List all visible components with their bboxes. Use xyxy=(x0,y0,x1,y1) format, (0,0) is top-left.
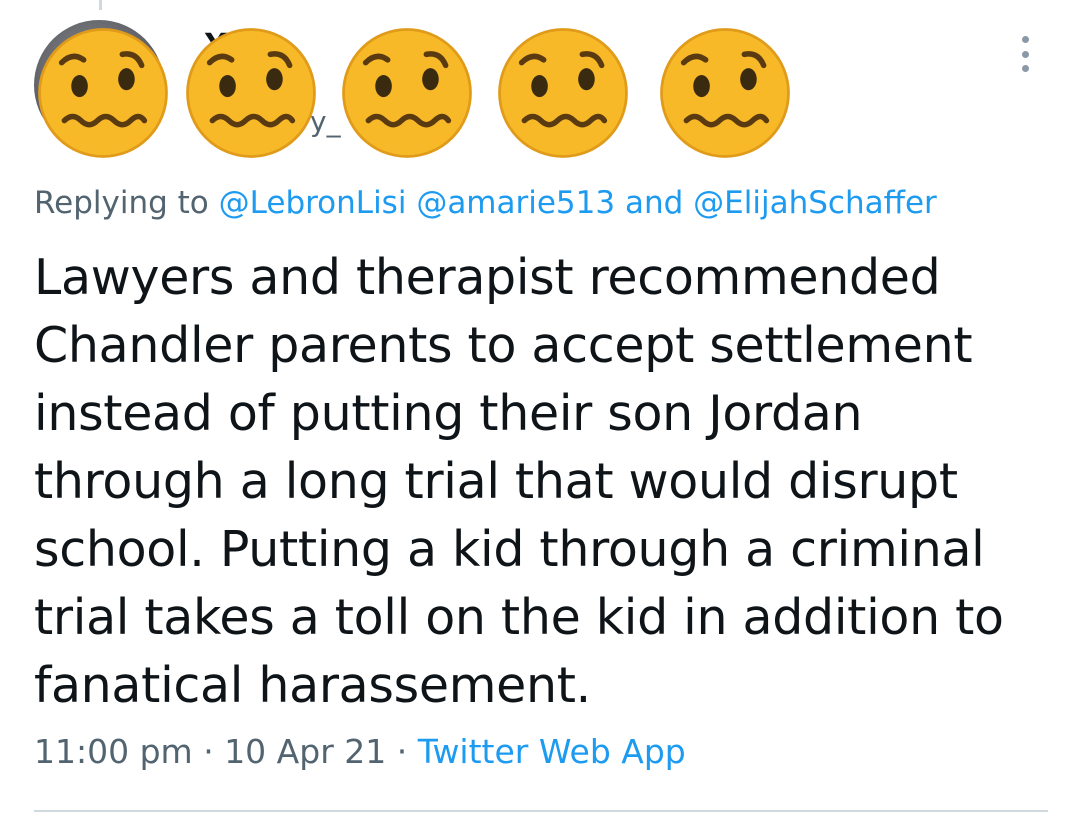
divider xyxy=(34,810,1048,812)
woozy-face-emoji-icon xyxy=(342,28,472,158)
mention-separator: and xyxy=(624,185,684,221)
mention-link[interactable]: @LebronLisi xyxy=(219,185,407,221)
tweet-body: Lawyers and therapist recommended Chandl… xyxy=(34,244,1044,720)
tweet-text-line: Lawyers and therapist recommended xyxy=(34,249,941,306)
tweet-text-line: school. Putting a kid through a criminal xyxy=(34,521,985,578)
mention-link[interactable]: @amarie513 xyxy=(416,185,615,221)
tweet-text-line: instead of putting their son Jordan xyxy=(34,385,863,442)
woozy-face-emoji-icon xyxy=(38,28,168,158)
tweet-text-line: through a long trial that would disrupt xyxy=(34,453,958,510)
woozy-face-emoji-icon xyxy=(660,28,790,158)
tweet-header: Y y_ xyxy=(0,0,1080,190)
tweet-text-line: trial takes a toll on the kid in additio… xyxy=(34,589,1004,646)
tweet-text-line: fanatical harassement. xyxy=(34,657,591,714)
woozy-face-emoji-icon xyxy=(498,28,628,158)
tweet-meta: 11:00 pm · 10 Apr 21 · Twitter Web App xyxy=(34,732,686,771)
meta-separator: · xyxy=(396,732,408,771)
tweet-source-link[interactable]: Twitter Web App xyxy=(418,732,686,771)
mention-link[interactable]: @ElijahSchaffer xyxy=(693,185,937,221)
more-options-icon[interactable] xyxy=(1015,36,1035,72)
tweet-date[interactable]: 10 Apr 21 xyxy=(224,732,386,771)
tweet-text-line: Chandler parents to accept settlement xyxy=(34,317,973,374)
meta-separator: · xyxy=(203,732,214,771)
replying-to-label: Replying to xyxy=(34,185,209,221)
tweet-time[interactable]: 11:00 pm xyxy=(34,732,193,771)
woozy-face-emoji-icon xyxy=(186,28,316,158)
replying-to-line: Replying to @LebronLisi @amarie513 and @… xyxy=(34,185,1054,221)
